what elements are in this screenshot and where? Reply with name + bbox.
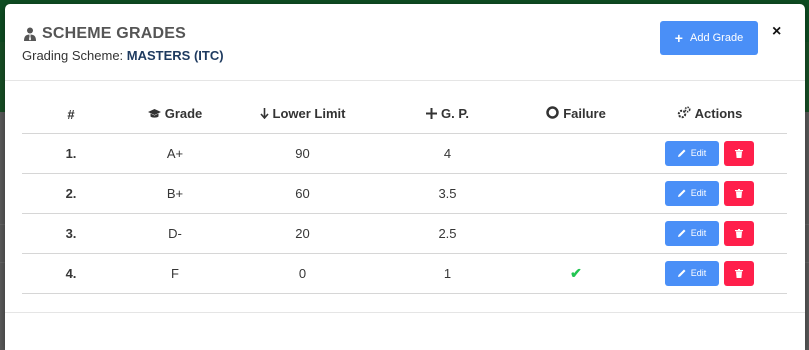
add-grade-button[interactable]: + Add Grade	[660, 21, 758, 55]
table-row: 1. A+ 90 4 Edit	[22, 133, 787, 174]
row-actions: Edit	[632, 133, 787, 174]
row-failure	[520, 213, 632, 254]
row-lower-limit: 60	[230, 173, 375, 214]
plus-icon	[426, 107, 438, 122]
delete-button[interactable]	[724, 180, 754, 206]
row-failure	[520, 173, 632, 214]
edit-button[interactable]: Edit	[665, 260, 719, 286]
table-row: 3. D- 20 2.5 Edit	[22, 213, 787, 254]
header-actions: Actions	[632, 96, 787, 134]
row-grade: F	[120, 253, 230, 294]
pencil-icon	[677, 189, 686, 197]
arrow-down-icon	[259, 107, 269, 122]
table-row: 2. B+ 60 3.5 Edit	[22, 173, 787, 214]
row-lower-limit: 90	[230, 133, 375, 174]
row-grade: A+	[120, 133, 230, 174]
row-lower-limit: 0	[230, 253, 375, 294]
header-gp: G. P.	[375, 96, 520, 134]
edit-label: Edit	[690, 188, 707, 198]
row-failure	[520, 133, 632, 174]
user-tie-icon	[24, 27, 36, 41]
row-number: 2.	[22, 173, 120, 214]
row-lower-limit: 20	[230, 213, 375, 254]
row-failure: ✔	[520, 253, 632, 294]
row-actions: Edit	[632, 173, 787, 214]
graduation-cap-icon	[147, 107, 161, 122]
modal-header: SCHEME GRADES Grading Scheme: MASTERS (I…	[5, 4, 805, 81]
delete-button[interactable]	[724, 220, 754, 246]
grades-table: # Grade Lower Limit G. P. Failure Action…	[22, 96, 787, 294]
row-actions: Edit	[632, 213, 787, 254]
delete-button[interactable]	[724, 260, 754, 286]
row-gp: 4	[375, 133, 520, 174]
header-grade: Grade	[120, 96, 230, 134]
row-actions: Edit	[632, 253, 787, 294]
edit-button[interactable]: Edit	[665, 220, 719, 246]
add-grade-label: Add Grade	[689, 32, 744, 44]
check-icon: ✔	[570, 264, 582, 281]
pencil-icon	[677, 149, 686, 157]
row-number: 1.	[22, 133, 120, 174]
edit-label: Edit	[690, 228, 707, 238]
row-grade: B+	[120, 173, 230, 214]
grading-scheme-prefix: Grading Scheme:	[22, 48, 127, 63]
edit-label: Edit	[690, 148, 707, 158]
delete-button[interactable]	[724, 140, 754, 166]
grading-scheme-line: Grading Scheme: MASTERS (ITC)	[22, 48, 224, 63]
header-number: #	[22, 96, 120, 134]
table-header-row: # Grade Lower Limit G. P. Failure Action…	[22, 96, 787, 134]
modal-footer-divider	[5, 312, 805, 313]
trash-icon	[735, 228, 743, 238]
header-lower-limit: Lower Limit	[230, 96, 375, 134]
row-gp: 3.5	[375, 173, 520, 214]
pencil-icon	[677, 269, 686, 277]
row-number: 4.	[22, 253, 120, 294]
edit-button[interactable]: Edit	[665, 180, 719, 206]
trash-icon	[735, 188, 743, 198]
plus-icon: +	[674, 30, 683, 46]
modal-title: SCHEME GRADES	[24, 25, 186, 43]
close-icon[interactable]: ×	[772, 24, 781, 40]
header-failure: Failure	[520, 96, 632, 134]
gears-icon	[677, 106, 691, 122]
trash-icon	[735, 268, 743, 278]
table-row: 4. F 0 1 ✔ Edit	[22, 253, 787, 294]
table-body: 1. A+ 90 4 Edit 2. B+ 60 3.5 Edit 3. D- …	[22, 133, 787, 294]
row-grade: D-	[120, 213, 230, 254]
row-gp: 2.5	[375, 213, 520, 254]
pencil-icon	[677, 229, 686, 237]
row-number: 3.	[22, 213, 120, 254]
edit-label: Edit	[690, 268, 707, 278]
modal-title-text: SCHEME GRADES	[42, 25, 186, 42]
circle-icon	[546, 106, 559, 122]
grading-scheme-name: MASTERS (ITC)	[126, 48, 224, 63]
edit-button[interactable]: Edit	[665, 140, 719, 166]
scheme-grades-modal: SCHEME GRADES Grading Scheme: MASTERS (I…	[5, 4, 805, 350]
trash-icon	[735, 148, 743, 158]
row-gp: 1	[375, 253, 520, 294]
